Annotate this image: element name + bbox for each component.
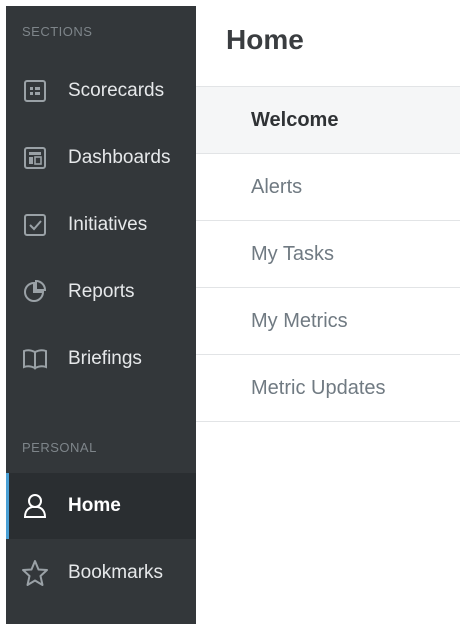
nav-item-my-tasks[interactable]: My Tasks [196, 221, 460, 288]
sidebar-item-label: Dashboards [68, 147, 171, 168]
nav-item-label: Welcome [251, 108, 339, 131]
page-title: Home [226, 24, 304, 55]
sidebar-item-label: Reports [68, 281, 135, 302]
pie-chart-icon [20, 277, 50, 307]
star-icon [20, 558, 50, 588]
home-nav-list: Welcome Alerts My Tasks My Metrics Metri… [196, 87, 460, 422]
checkbox-icon [20, 210, 50, 240]
nav-item-welcome[interactable]: Welcome [196, 87, 460, 154]
scorecard-icon [20, 76, 50, 106]
sidebar-item-bookmarks[interactable]: Bookmarks [6, 540, 196, 606]
sections-heading: SECTIONS [22, 24, 93, 39]
nav-item-label: Metric Updates [251, 376, 386, 399]
sidebar-item-reports[interactable]: Reports [6, 259, 196, 325]
book-icon [20, 344, 50, 374]
sidebar-item-scorecards[interactable]: Scorecards [6, 58, 196, 124]
nav-item-label: My Tasks [251, 242, 334, 265]
sidebar-item-briefings[interactable]: Briefings [6, 326, 196, 392]
sidebar-item-label: Home [68, 495, 121, 516]
main-header: Home [196, 6, 460, 87]
sidebar-item-label: Initiatives [68, 214, 148, 235]
sidebar-item-initiatives[interactable]: Initiatives [6, 192, 196, 258]
nav-item-my-metrics[interactable]: My Metrics [196, 288, 460, 355]
personal-heading: PERSONAL [22, 440, 97, 455]
sidebar-item-home[interactable]: Home [6, 473, 196, 539]
sidebar-item-label: Bookmarks [68, 562, 164, 583]
sidebar-item-label: Briefings [68, 348, 142, 369]
user-icon [20, 491, 50, 521]
nav-item-label: Alerts [251, 175, 303, 198]
nav-item-alerts[interactable]: Alerts [196, 154, 460, 221]
sidebar: SECTIONS Scorecards Dashboards Initiativ… [6, 6, 196, 624]
dashboard-icon [20, 143, 50, 173]
sidebar-item-dashboards[interactable]: Dashboards [6, 125, 196, 191]
nav-item-metric-updates[interactable]: Metric Updates [196, 355, 460, 422]
sidebar-item-label: Scorecards [68, 80, 165, 101]
nav-item-label: My Metrics [251, 309, 348, 332]
